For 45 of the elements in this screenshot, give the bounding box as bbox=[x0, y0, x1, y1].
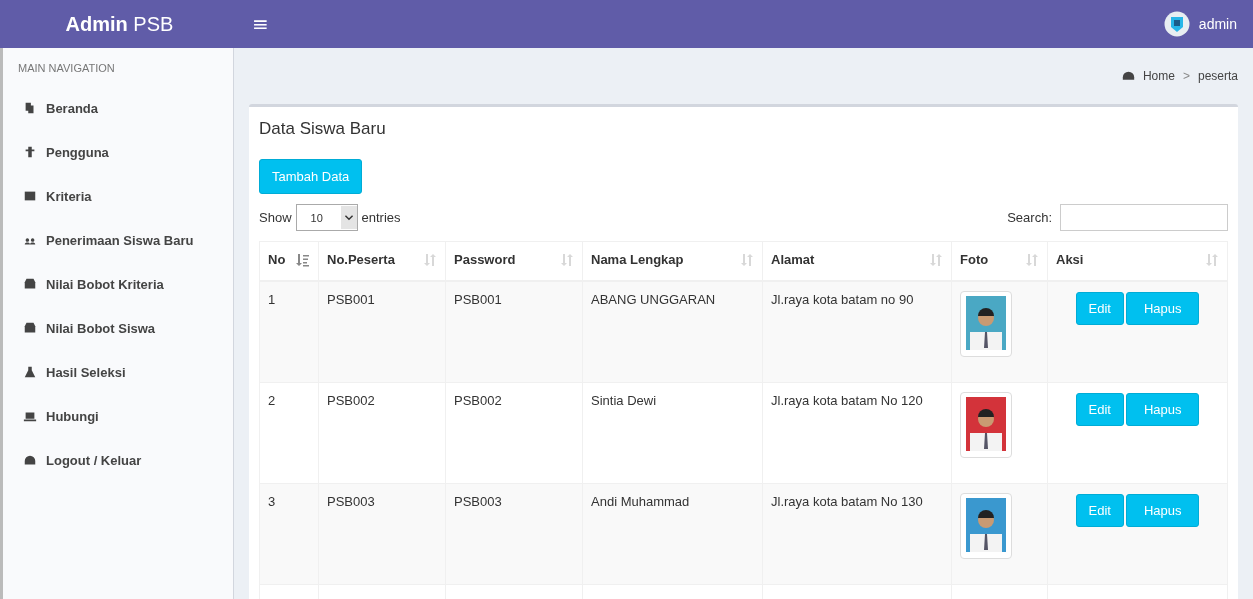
table-cell: PSB001 bbox=[445, 281, 583, 383]
inbox-icon bbox=[23, 277, 37, 291]
sidebar-item[interactable]: Pengguna bbox=[3, 130, 233, 174]
table-cell: PSB001 bbox=[318, 281, 446, 383]
table-cell: Jl.raya kota batam No 130 bbox=[762, 483, 952, 585]
table-cell: PSB003 bbox=[445, 483, 583, 585]
breadcrumb-link[interactable]: Home bbox=[1142, 69, 1175, 83]
sidebar-item[interactable]: Penerimaan Siswa Baru bbox=[3, 218, 233, 262]
panel-title: Data Siswa Baru bbox=[259, 118, 387, 140]
table-cell: 2 bbox=[259, 382, 319, 484]
table-cell: 3 bbox=[259, 483, 319, 585]
avatar-icon[interactable] bbox=[1163, 11, 1190, 37]
person-icon bbox=[23, 145, 37, 159]
table-cell: 1 bbox=[259, 281, 319, 383]
copy-icon bbox=[23, 101, 37, 115]
sidebar-item[interactable]: Hasil Seleksi bbox=[3, 350, 233, 394]
sidebar-item[interactable]: Beranda bbox=[3, 86, 233, 130]
table-cell: PSB003 bbox=[318, 483, 446, 585]
table-cell: Jl.raya kota batam no 90 bbox=[762, 281, 952, 383]
table-cell: Sintia Dewi bbox=[582, 382, 763, 484]
table-cell: PSB002 bbox=[445, 382, 583, 484]
breadcrumb-separator: > bbox=[1182, 69, 1190, 83]
user-name[interactable]: admin bbox=[1198, 16, 1237, 32]
dashboard-icon bbox=[1121, 69, 1135, 83]
search-field[interactable] bbox=[1060, 204, 1228, 231]
app-logo[interactable]: Admin PSB bbox=[0, 12, 236, 36]
table-cell: Andi Muhammad bbox=[582, 483, 763, 585]
sidebar-item[interactable]: Logout / Keluar bbox=[3, 438, 233, 482]
entries-label: entries bbox=[361, 210, 401, 225]
sidebar-item[interactable]: Nilai Bobot Kriteria bbox=[3, 262, 233, 306]
page-size-select[interactable]: 10 bbox=[295, 204, 358, 231]
dashboard-icon bbox=[23, 453, 37, 467]
nav-heading: MAIN NAVIGATION bbox=[17, 61, 116, 76]
table-cell: PSB002 bbox=[318, 382, 446, 484]
show-label: Show bbox=[259, 210, 292, 225]
caret-icon[interactable] bbox=[340, 204, 357, 231]
flask-icon bbox=[23, 365, 37, 379]
table-cell: ABANG UNGGARAN bbox=[582, 281, 763, 383]
table-cell: Jl.raya kota batam No 120 bbox=[762, 382, 952, 484]
sidebar-item[interactable]: Nilai Bobot Siswa bbox=[3, 306, 233, 350]
sidebar-item[interactable]: Kriteria bbox=[3, 174, 233, 218]
sidebar-item[interactable]: Hubungi bbox=[3, 394, 233, 438]
inbox-icon bbox=[23, 321, 37, 335]
search-label: Search: bbox=[1007, 210, 1052, 225]
breadcrumb-current[interactable]: peserta bbox=[1197, 69, 1238, 83]
